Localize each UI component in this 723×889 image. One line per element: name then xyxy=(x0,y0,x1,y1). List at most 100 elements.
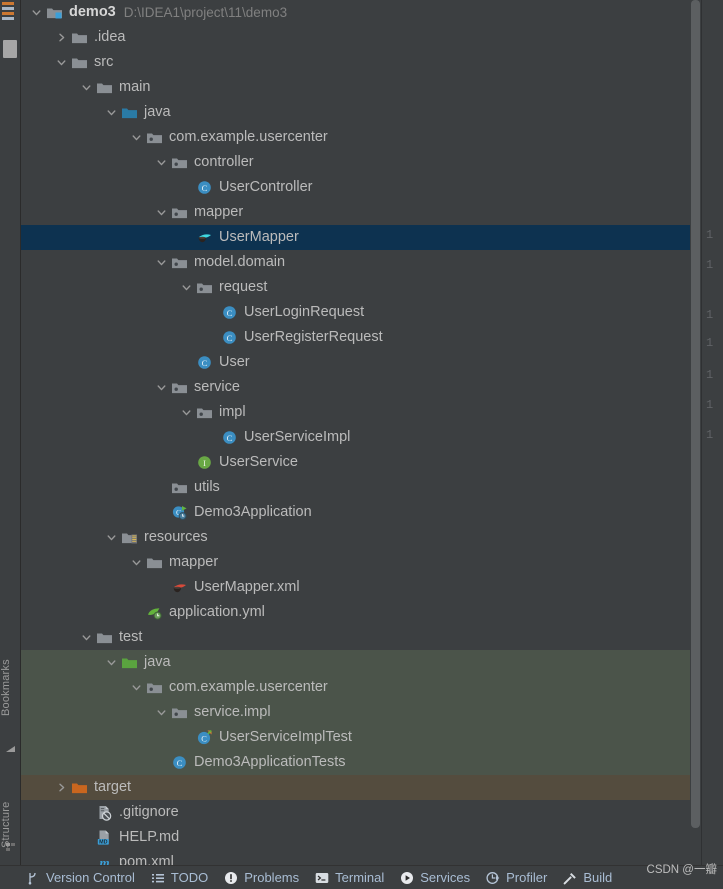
tree-row[interactable]: service.impl xyxy=(21,700,701,725)
tree-row[interactable]: impl xyxy=(21,400,701,425)
folder-icon xyxy=(71,29,88,46)
tree-row[interactable]: .idea xyxy=(21,25,701,50)
tree-row-label: UserServiceImplTest xyxy=(219,729,352,745)
module-folder-icon xyxy=(46,4,63,21)
problems-icon xyxy=(224,871,238,885)
tree-row[interactable]: UserMapper xyxy=(21,225,701,250)
tree-row[interactable]: C UserServiceImpl xyxy=(21,425,701,450)
tree-row[interactable]: test xyxy=(21,625,701,650)
chevron-down-icon[interactable] xyxy=(105,106,118,119)
svg-text:C: C xyxy=(202,358,208,368)
gutter-line-number: 1 xyxy=(706,368,714,382)
tree-row[interactable]: .gitignore xyxy=(21,800,701,825)
status-bar-item-services[interactable]: Services xyxy=(400,870,470,885)
svg-text:C: C xyxy=(227,433,233,443)
tree-row[interactable]: C Demo3Application xyxy=(21,500,701,525)
java-class-icon: C xyxy=(171,754,188,771)
tree-row-label: Demo3ApplicationTests xyxy=(194,754,346,770)
chevron-down-icon[interactable] xyxy=(130,556,143,569)
tree-row[interactable]: controller xyxy=(21,150,701,175)
package-icon xyxy=(171,204,188,221)
tree-row[interactable]: java xyxy=(21,650,701,675)
terminal-icon xyxy=(315,871,329,885)
status-bar-item-version-control[interactable]: Version Control xyxy=(26,870,135,885)
tool-window-button[interactable] xyxy=(3,40,17,58)
svg-text:C: C xyxy=(177,758,183,768)
tree-row[interactable]: utils xyxy=(21,475,701,500)
chevron-right-icon[interactable] xyxy=(55,781,68,794)
status-bar-item-label: Terminal xyxy=(335,870,385,885)
tree-row[interactable]: model.domain xyxy=(21,250,701,275)
tree-row[interactable]: application.yml xyxy=(21,600,701,625)
tree-row[interactable]: com.example.usercenter xyxy=(21,125,701,150)
chevron-down-icon[interactable] xyxy=(155,156,168,169)
structure-icon xyxy=(4,840,17,853)
chevron-down-icon[interactable] xyxy=(80,81,93,94)
status-bar-item-profiler[interactable]: Profiler xyxy=(486,870,547,885)
status-bar-item-label: Build xyxy=(583,870,613,885)
chevron-down-icon[interactable] xyxy=(130,681,143,694)
chevron-down-icon[interactable] xyxy=(80,631,93,644)
project-tree[interactable]: demo3 D:\IDEA1\project\11\demo3 .idea src ma… xyxy=(21,0,701,865)
java-class-icon: C xyxy=(196,354,213,371)
tree-row[interactable]: UserMapper.xml xyxy=(21,575,701,600)
tree-row[interactable]: C UserRegisterRequest xyxy=(21,325,701,350)
sidebar-tab-bookmarks[interactable]: Bookmarks xyxy=(0,640,21,735)
tree-row[interactable]: MD HELP.md xyxy=(21,825,701,850)
tree-row[interactable]: demo3 D:\IDEA1\project\11\demo3 xyxy=(21,0,701,25)
tree-row[interactable]: C UserController xyxy=(21,175,701,200)
tree-row[interactable]: java xyxy=(21,100,701,125)
tree-row-label: request xyxy=(219,279,268,295)
chevron-down-icon[interactable] xyxy=(155,706,168,719)
tree-row[interactable]: mapper xyxy=(21,550,701,575)
build-hammer-icon xyxy=(563,871,577,885)
tree-row-label: Demo3Application xyxy=(194,504,312,520)
gutter-line-number: 1 xyxy=(706,258,714,272)
tree-row[interactable]: m pom.xml xyxy=(21,850,701,865)
status-bar-item-terminal[interactable]: Terminal xyxy=(315,870,384,885)
tree-row[interactable]: com.example.usercenter xyxy=(21,675,701,700)
chevron-down-icon[interactable] xyxy=(55,56,68,69)
tree-row-label: UserServiceImpl xyxy=(244,429,351,445)
chevron-down-icon[interactable] xyxy=(105,531,118,544)
svg-text:C: C xyxy=(202,183,208,193)
toolbar-glyph-1 xyxy=(2,2,14,5)
tree-row-label: UserMapper.xml xyxy=(194,579,300,595)
tree-row-label: java xyxy=(144,654,171,670)
spring-boot-app-icon: C xyxy=(171,504,188,521)
chevron-down-icon[interactable] xyxy=(155,256,168,269)
tree-row[interactable]: request xyxy=(21,275,701,300)
tree-row[interactable]: C Demo3ApplicationTests xyxy=(21,750,701,775)
package-icon xyxy=(146,679,163,696)
tree-row[interactable]: I UserService xyxy=(21,450,701,475)
tree-row[interactable]: C User xyxy=(21,350,701,375)
status-bar-item-build[interactable]: Build xyxy=(563,870,612,885)
tree-row[interactable]: C UserServiceImplTest xyxy=(21,725,701,750)
source-root-icon xyxy=(121,104,138,121)
tree-row[interactable]: target xyxy=(21,775,701,800)
status-bar-item-problems[interactable]: Problems xyxy=(224,870,299,885)
package-icon xyxy=(171,479,188,496)
test-source-root-icon xyxy=(121,654,138,671)
chevron-down-icon[interactable] xyxy=(130,131,143,144)
idea-project-tool-window: Bookmarks Structure demo3 D:\IDEA1\projec… xyxy=(0,0,723,889)
chevron-down-icon[interactable] xyxy=(155,206,168,219)
chevron-down-icon[interactable] xyxy=(180,281,193,294)
tree-scrollbar[interactable] xyxy=(690,0,701,865)
tree-row[interactable]: src xyxy=(21,50,701,75)
tree-row-label: com.example.usercenter xyxy=(169,129,328,145)
tree-row[interactable]: main xyxy=(21,75,701,100)
tree-scrollbar-thumb[interactable] xyxy=(691,0,700,828)
chevron-down-icon[interactable] xyxy=(155,381,168,394)
tree-row-label: User xyxy=(219,354,250,370)
chevron-down-icon[interactable] xyxy=(105,656,118,669)
chevron-down-icon[interactable] xyxy=(180,406,193,419)
tree-row[interactable]: mapper xyxy=(21,200,701,225)
tree-row-label: model.domain xyxy=(194,254,286,270)
tree-row[interactable]: resources xyxy=(21,525,701,550)
tree-row[interactable]: service xyxy=(21,375,701,400)
chevron-down-icon[interactable] xyxy=(30,6,43,19)
tree-row[interactable]: C UserLoginRequest xyxy=(21,300,701,325)
status-bar-item-todo[interactable]: TODO xyxy=(151,870,208,885)
chevron-right-icon[interactable] xyxy=(55,31,68,44)
